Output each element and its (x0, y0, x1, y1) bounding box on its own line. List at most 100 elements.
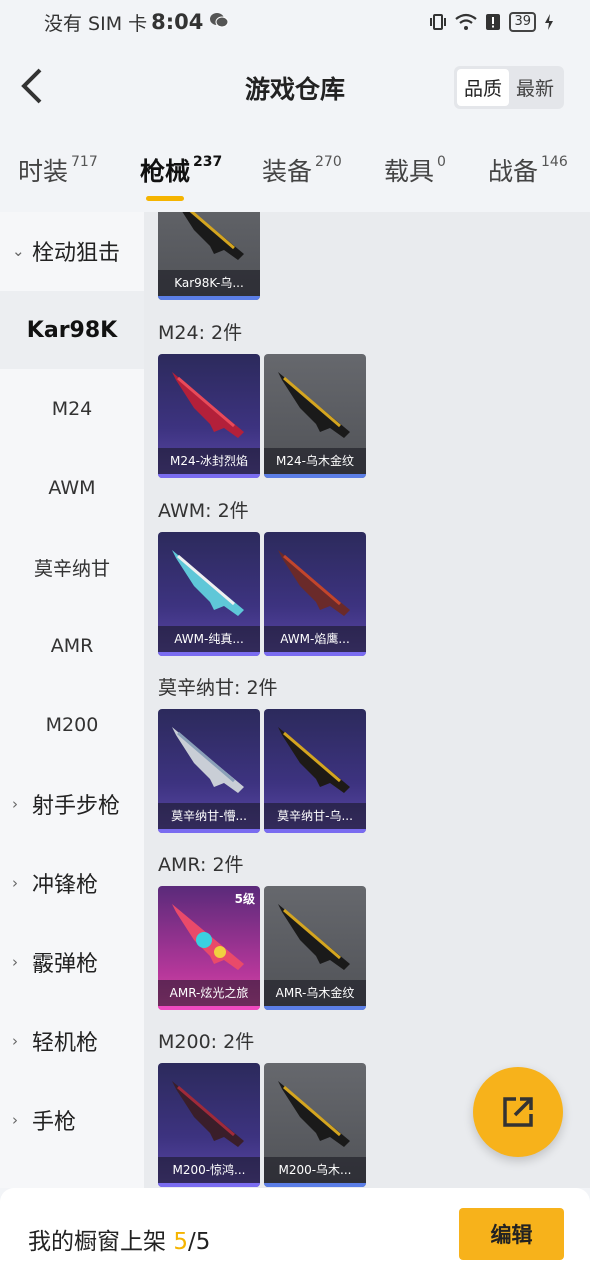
alert-icon (486, 14, 501, 30)
chevron-right-icon: › (12, 1032, 18, 1050)
skin-card[interactable]: M24-冰封烈焰 (158, 354, 260, 478)
sidebar-item-amr[interactable]: AMR (0, 607, 144, 685)
rarity-bar (264, 652, 366, 656)
chevron-right-icon: › (12, 795, 18, 813)
sidebar-item-label: 莫辛纳甘 (33, 557, 110, 580)
rarity-bar (158, 1183, 260, 1187)
sidebar-group-bolt-sniper[interactable]: ⌄ 栓动狙击 (0, 212, 144, 290)
sniper-rifle-icon (278, 904, 350, 970)
sidebar-group-label: 手枪 (32, 1110, 77, 1135)
skin-card[interactable]: AWM-纯真... (158, 532, 260, 656)
sidebar-group-label: 冲锋枪 (32, 873, 99, 898)
showcase-label: 我的橱窗上架 (28, 1229, 166, 1255)
wechat-icon (209, 11, 229, 33)
tab-label: 时装 (18, 157, 69, 186)
skin-card[interactable]: 莫辛纳甘-乌... (264, 709, 366, 833)
tab-count: 717 (71, 154, 98, 170)
vibrate-icon (430, 14, 447, 30)
rarity-bar (264, 474, 366, 478)
sidebar-item-m24[interactable]: M24 (0, 370, 144, 448)
tab-label: 装备 (262, 157, 313, 186)
sidebar-group-lmg[interactable]: › 轻机枪 (0, 1002, 144, 1080)
rarity-bar (158, 829, 260, 833)
section-label: M200: 2件 (158, 1031, 255, 1053)
rarity-bar (158, 296, 260, 300)
sniper-rifle-icon (172, 1081, 244, 1147)
skin-name: M24-冰封烈焰 (158, 448, 260, 474)
wifi-icon (455, 13, 478, 30)
status-icons: 39 (429, 12, 554, 32)
skin-card[interactable]: M200-惊鸿... (158, 1063, 260, 1187)
sniper-rifle-icon (278, 727, 350, 793)
skin-card[interactable]: AWM-焰鹰... (264, 532, 366, 656)
sidebar-item-label: AMR (50, 635, 94, 657)
sidebar-group-label: 栓动狙击 (32, 241, 121, 266)
warehouse-page: 没有 SIM 卡 8:04 39 游戏仓库 品质 最新 时装 717 枪械 23… (0, 0, 590, 1280)
active-tab-indicator (146, 196, 184, 201)
rarity-bar (158, 1006, 260, 1010)
external-link-icon (503, 1097, 533, 1127)
sidebar: ⌄ 栓动狙击 Kar98K M24 AWM 莫辛纳甘 AMR M200 › 射手… (0, 212, 144, 1188)
tab-count: 270 (315, 154, 342, 170)
sort-quality-button[interactable]: 品质 (456, 69, 509, 106)
skin-card[interactable]: M24-乌木金纹 (264, 354, 366, 478)
sniper-rifle-icon (172, 727, 244, 793)
skin-name: Kar98K-乌... (158, 270, 260, 296)
header: 游戏仓库 品质 最新 (0, 44, 590, 130)
sidebar-group-smg[interactable]: › 冲锋枪 (0, 844, 144, 922)
sort-newest-button[interactable]: 最新 (509, 69, 561, 106)
sidebar-group-pistol[interactable]: › 手枪 (0, 1081, 144, 1159)
skin-name: AWM-焰鹰... (264, 626, 366, 652)
sidebar-group-label: 霰弹枪 (32, 952, 99, 977)
skin-card[interactable]: M200-乌木... (264, 1063, 366, 1187)
tab-equipment[interactable]: 装备 270 (262, 140, 342, 188)
sidebar-item-label: M200 (45, 714, 99, 736)
sidebar-item-m200[interactable]: M200 (0, 686, 144, 764)
showcase-current: 5 (173, 1229, 188, 1255)
sidebar-item-awm[interactable]: AWM (0, 449, 144, 527)
sidebar-item-label: AWM (48, 477, 96, 499)
showcase-total: /5 (187, 1229, 211, 1255)
chevron-right-icon: › (12, 1111, 18, 1129)
skin-name: M24-乌木金纹 (264, 448, 366, 474)
tab-label: 战备 (488, 157, 539, 186)
status-bar: 没有 SIM 卡 8:04 39 (0, 0, 590, 44)
rarity-bar (264, 1183, 366, 1187)
skin-name: M200-惊鸿... (158, 1157, 260, 1183)
sniper-rifle-icon (182, 212, 244, 260)
battery-indicator: 39 (509, 12, 536, 32)
sidebar-item-kar98k[interactable]: Kar98K (0, 291, 144, 369)
skin-name: 莫辛纳甘-懵... (158, 803, 260, 829)
showcase-status: 我的橱窗上架 5/5 (28, 1222, 210, 1256)
section-label: M24: 2件 (158, 322, 243, 344)
sidebar-item-label: M24 (51, 398, 93, 420)
charging-icon (545, 14, 553, 30)
skin-card[interactable]: 莫辛纳甘-懵... (158, 709, 260, 833)
tab-count: 0 (437, 154, 446, 170)
tab-vehicles[interactable]: 载具 0 (384, 140, 446, 188)
tab-supplies[interactable]: 战备 146 (488, 140, 568, 188)
clock: 8:04 (151, 10, 204, 34)
chevron-right-icon: › (12, 874, 18, 892)
skin-name: AWM-纯真... (158, 626, 260, 652)
skin-card[interactable]: 5级 AMR-炫光之旅 (158, 886, 260, 1010)
sidebar-item-mosin[interactable]: 莫辛纳甘 (0, 528, 144, 606)
sidebar-group-marksman[interactable]: › 射手步枪 (0, 765, 144, 843)
tab-label: 枪械 (140, 157, 191, 186)
chevron-right-icon: › (12, 953, 18, 971)
tab-fashion[interactable]: 时装 717 (18, 140, 98, 188)
skin-name: 莫辛纳甘-乌... (264, 803, 366, 829)
skin-card[interactable]: Kar98K-乌... (158, 212, 260, 300)
skin-name: AMR-炫光之旅 (158, 980, 260, 1006)
tab-guns[interactable]: 枪械 237 (140, 140, 222, 188)
share-button[interactable] (473, 1067, 563, 1157)
edit-button[interactable]: 编辑 (459, 1208, 564, 1260)
section-label: AWM: 2件 (158, 500, 249, 522)
skin-card[interactable]: AMR-乌木金纹 (264, 886, 366, 1010)
tab-label: 载具 (384, 157, 435, 186)
sniper-rifle-icon (278, 550, 350, 616)
sidebar-group-shotgun[interactable]: › 霰弹枪 (0, 923, 144, 1001)
showcase-footer: 我的橱窗上架 5/5 编辑 (0, 1188, 590, 1280)
item-grid: Kar98K-乌... M24: 2件 M24-冰封烈焰 M24-乌木金纹 AW… (144, 212, 590, 1188)
sniper-rifle-icon (278, 372, 350, 438)
